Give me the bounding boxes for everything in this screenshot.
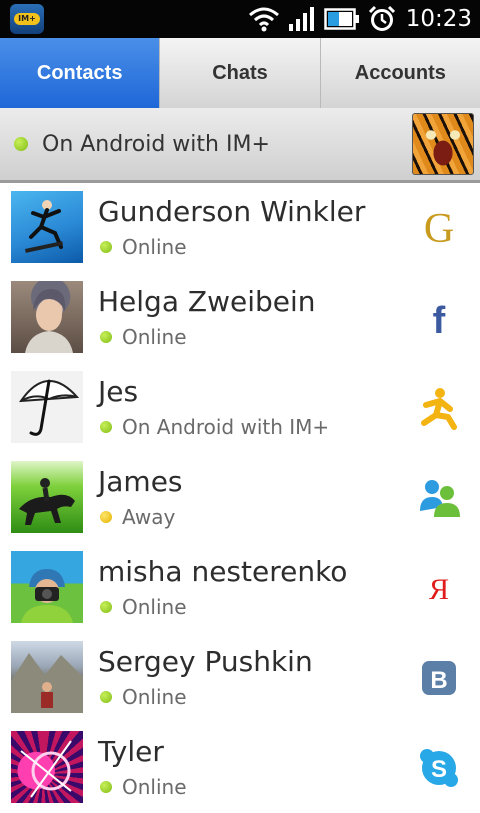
avatar xyxy=(11,551,83,623)
online-status-dot xyxy=(100,331,112,343)
contact-status-text: Away xyxy=(122,505,176,529)
svg-text:G: G xyxy=(424,206,454,251)
yandex-icon: Я xyxy=(417,566,461,610)
contact-row-james[interactable]: James Away xyxy=(0,453,480,543)
alarm-icon xyxy=(368,5,395,31)
contact-row-misha-nesterenko[interactable]: misha nesterenko Online Я xyxy=(0,543,480,633)
contact-status-text: Online xyxy=(122,325,187,349)
wifi-icon xyxy=(248,7,279,32)
svg-text:S: S xyxy=(431,756,447,783)
svg-text:Я: Я xyxy=(429,573,449,606)
avatar xyxy=(11,641,83,713)
my-status-bar[interactable]: On Android with IM+ xyxy=(0,108,480,183)
avatar xyxy=(11,191,83,263)
tab-contacts[interactable]: Contacts xyxy=(0,38,161,108)
contact-status-text: Online xyxy=(122,595,187,619)
skype-icon: S xyxy=(420,749,458,787)
status-bar: IM+ 10:23 xyxy=(0,0,480,38)
tab-chats[interactable]: Chats xyxy=(160,38,321,108)
contact-row-helga-zweibein[interactable]: Helga Zweibein Online f xyxy=(0,273,480,363)
tab-accounts[interactable]: Accounts xyxy=(321,38,480,108)
contact-status: Online xyxy=(100,595,187,619)
contact-status: Away xyxy=(100,505,175,529)
contact-row-gunderson-winkler[interactable]: Gunderson Winkler Online G xyxy=(0,183,480,273)
contact-status: Online xyxy=(100,775,187,799)
contact-status-text: Online xyxy=(122,235,187,259)
vkontakte-icon: B xyxy=(422,661,456,695)
im-plus-app-icon: IM+ xyxy=(10,4,44,34)
avatar xyxy=(11,281,83,353)
status-icons: 10:23 xyxy=(248,0,472,38)
aim-icon xyxy=(421,388,457,430)
contact-status: Online xyxy=(100,685,187,709)
my-status-text: On Android with IM+ xyxy=(42,131,270,157)
contact-list: Gunderson Winkler Online G Helga Zweibei… xyxy=(0,183,480,813)
online-status-dot xyxy=(100,691,112,703)
away-status-dot xyxy=(100,511,112,523)
facebook-icon: f xyxy=(433,300,446,341)
contact-status: On Android with IM+ xyxy=(100,415,329,439)
contact-name: Sergey Pushkin xyxy=(98,645,313,678)
app-icon-label: IM+ xyxy=(14,13,40,25)
contact-status-text: On Android with IM+ xyxy=(122,415,330,439)
contact-status-text: Online xyxy=(122,685,187,709)
contact-name: Tyler xyxy=(98,735,164,768)
tab-bar: Contacts Chats Accounts xyxy=(0,38,480,109)
clock: 10:23 xyxy=(405,6,472,32)
contact-row-sergey-pushkin[interactable]: Sergey Pushkin Online B xyxy=(0,633,480,723)
signal-icon xyxy=(288,7,314,31)
avatar xyxy=(11,731,83,803)
contact-row-jes[interactable]: Jes On Android with IM+ xyxy=(0,363,480,453)
contact-name: Jes xyxy=(98,375,139,408)
avatar xyxy=(11,371,83,443)
google-talk-icon: G xyxy=(424,206,454,251)
contact-name: James xyxy=(98,465,183,498)
online-status-dot xyxy=(100,601,112,613)
battery-icon xyxy=(323,8,359,30)
contact-status: Online xyxy=(100,235,187,259)
contact-name: misha nesterenko xyxy=(98,555,348,588)
avatar xyxy=(11,461,83,533)
online-status-dot xyxy=(14,137,28,151)
my-avatar[interactable] xyxy=(412,113,474,175)
contact-status-text: Online xyxy=(122,775,187,799)
msn-icon xyxy=(420,480,460,517)
svg-text:B: B xyxy=(430,667,447,694)
contact-status: Online xyxy=(100,325,187,349)
online-status-dot xyxy=(100,781,112,793)
contact-name: Gunderson Winkler xyxy=(98,195,366,228)
online-status-dot xyxy=(100,421,112,433)
online-status-dot xyxy=(100,241,112,253)
svg-text:f: f xyxy=(433,300,446,341)
contact-name: Helga Zweibein xyxy=(98,285,316,318)
